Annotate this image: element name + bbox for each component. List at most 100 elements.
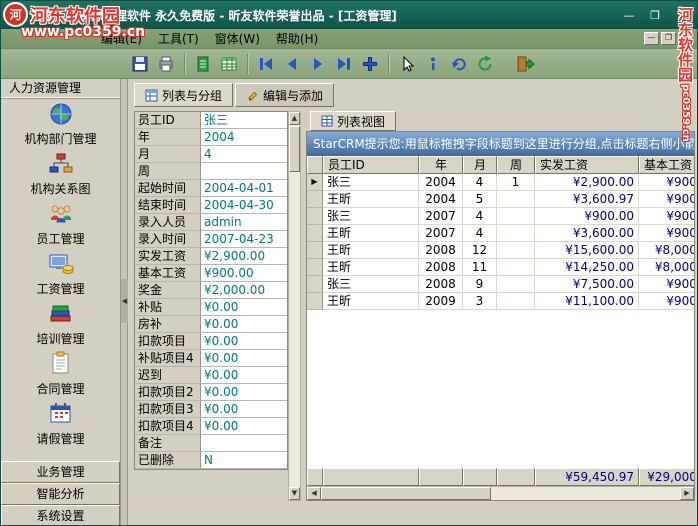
scrollbar-thumb[interactable] — [289, 126, 300, 172]
grid-cell[interactable]: ¥8,000.00 — [639, 242, 694, 259]
grid-cell[interactable]: ¥3,600.00 — [535, 225, 639, 242]
collapse-sidebar-button[interactable]: ◀ — [121, 279, 128, 323]
group-hint-bar[interactable]: StarCRM提示您:用鼠标拖拽字段标题到这里进行分组,点击标题右侧小箭头 — [307, 132, 694, 156]
grid-cell[interactable] — [497, 208, 535, 225]
field-value[interactable]: 2007-04-23 — [201, 231, 287, 248]
grid-cell[interactable]: 张三 — [323, 174, 419, 191]
row-selector[interactable] — [307, 242, 323, 259]
row-selector[interactable] — [307, 293, 323, 310]
column-header[interactable]: 周 — [497, 156, 535, 174]
table-row[interactable]: 王昕20093 ¥11,100.00¥900.00 — [307, 293, 694, 310]
add-record-icon[interactable] — [357, 51, 383, 77]
grid-cell[interactable]: 5 — [463, 191, 497, 208]
field-value[interactable]: ¥900.00 — [201, 265, 287, 282]
grid-cell[interactable]: ¥900.00 — [639, 225, 694, 242]
grid-cell[interactable]: ¥11,100.00 — [535, 293, 639, 310]
grid-cell[interactable]: 2004 — [419, 191, 463, 208]
grid-cell[interactable]: 11 — [463, 259, 497, 276]
grid-cell[interactable]: ¥3,600.97 — [535, 191, 639, 208]
row-selector[interactable] — [307, 225, 323, 242]
grid-cell[interactable]: 王昕 — [323, 293, 419, 310]
scrollbar-track[interactable] — [289, 172, 300, 487]
refresh-icon[interactable] — [472, 51, 498, 77]
grid-cell[interactable] — [497, 242, 535, 259]
grid-cell[interactable]: 12 — [463, 242, 497, 259]
grid-cell[interactable]: 3 — [463, 293, 497, 310]
row-selector[interactable] — [307, 276, 323, 293]
table-row[interactable]: 张三20089 ¥7,500.00¥900.00 — [307, 276, 694, 293]
field-value[interactable]: N — [201, 452, 287, 469]
grid-cell[interactable]: ¥15,600.00 — [535, 242, 639, 259]
last-record-icon[interactable] — [331, 51, 357, 77]
field-value[interactable] — [201, 435, 287, 452]
field-value[interactable]: admin — [201, 214, 287, 231]
table-row[interactable]: 王昕20074 ¥3,600.00¥900.00 — [307, 225, 694, 242]
table-row[interactable]: 王昕20045 ¥3,600.97¥900.00 — [307, 191, 694, 208]
export-icon[interactable] — [190, 51, 216, 77]
field-value[interactable]: ¥0.00 — [201, 418, 287, 435]
sidebar-item-salary[interactable]: 工资管理 — [1, 248, 120, 298]
grid-cell[interactable]: ¥2,900.00 — [535, 174, 639, 191]
first-record-icon[interactable] — [253, 51, 279, 77]
sidebar-button-settings[interactable]: 系统设置 — [1, 505, 120, 525]
grid-cell[interactable]: ¥8,000.00 — [639, 259, 694, 276]
field-value[interactable]: 2004 — [201, 129, 287, 146]
scroll-up-icon[interactable]: ▲ — [289, 112, 300, 125]
grid-cell[interactable]: 王昕 — [323, 225, 419, 242]
field-value[interactable]: ¥2,900.00 — [201, 248, 287, 265]
grid-cell[interactable]: 王昕 — [323, 191, 419, 208]
field-value[interactable]: ¥0.00 — [201, 350, 287, 367]
maximize-button[interactable]: ❐ — [643, 5, 667, 25]
form-vertical-scrollbar[interactable]: ▲ ▼ — [288, 111, 301, 501]
grid-cell[interactable]: ¥900.00 — [639, 276, 694, 293]
sidebar-splitter[interactable]: ◀ — [121, 79, 128, 525]
row-selector[interactable] — [307, 259, 323, 276]
menu-help[interactable]: 帮助(H) — [268, 29, 326, 49]
menu-window[interactable]: 窗体(W) — [207, 29, 268, 49]
menu-tools[interactable]: 工具(T) — [150, 29, 207, 49]
tab-edit-and-add[interactable]: 编辑与添加 — [235, 83, 335, 107]
grid-cell[interactable]: 2008 — [419, 276, 463, 293]
grid-cell[interactable]: ¥900.00 — [639, 293, 694, 310]
grid-cell[interactable]: 王昕 — [323, 259, 419, 276]
scroll-left-icon[interactable]: ◀ — [307, 487, 321, 500]
grid-cell[interactable]: 4 — [463, 225, 497, 242]
grid-cell[interactable] — [497, 225, 535, 242]
grid-cell[interactable]: ¥900.00 — [639, 191, 694, 208]
mdi-close-button[interactable]: ✕ — [678, 32, 693, 45]
print-icon[interactable] — [153, 51, 179, 77]
save-icon[interactable] — [127, 51, 153, 77]
field-value[interactable]: ¥2,000.00 — [201, 282, 287, 299]
menu-edit[interactable]: 编辑(E) — [93, 29, 150, 49]
grid-cell[interactable]: 张三 — [323, 276, 419, 293]
undo-icon[interactable] — [446, 51, 472, 77]
sidebar-item-contract[interactable]: 合同管理 — [1, 348, 120, 398]
sidebar-item-training[interactable]: 培训管理 — [1, 298, 120, 348]
grid-cell[interactable]: 1 — [497, 174, 535, 191]
mdi-minimize-button[interactable]: — — [644, 32, 659, 45]
sidebar-item-employees[interactable]: 员工管理 — [1, 198, 120, 248]
scroll-right-icon[interactable]: ▶ — [680, 487, 694, 500]
grid-cell[interactable]: 2004 — [419, 174, 463, 191]
sidebar-button-business[interactable]: 业务管理 — [1, 461, 120, 483]
grid-cell[interactable]: 4 — [463, 208, 497, 225]
scroll-down-icon[interactable]: ▼ — [289, 487, 300, 500]
scrollbar-thumb[interactable] — [321, 487, 491, 500]
tab-list-and-group[interactable]: 列表与分组 — [134, 83, 234, 107]
grid-cell[interactable]: 2008 — [419, 259, 463, 276]
grid-cell[interactable]: 4 — [463, 174, 497, 191]
column-header[interactable]: 员工ID — [323, 156, 419, 174]
table-row[interactable]: 王昕200812 ¥15,600.00¥8,000.00 — [307, 242, 694, 259]
field-value[interactable]: 4 — [201, 146, 287, 163]
field-value[interactable]: ¥0.00 — [201, 316, 287, 333]
grid-cell[interactable]: 2007 — [419, 225, 463, 242]
table-icon[interactable] — [216, 51, 242, 77]
field-value[interactable]: ¥0.00 — [201, 384, 287, 401]
grid-cell[interactable]: ¥900.00 — [639, 174, 694, 191]
sidebar-item-leave[interactable]: 请假管理 — [1, 398, 120, 448]
sidebar-item-org-dept[interactable]: 机构部门管理 — [1, 98, 120, 148]
field-value[interactable]: 张三 — [201, 112, 287, 129]
grid-cell[interactable]: 2007 — [419, 208, 463, 225]
sidebar-item-org-chart[interactable]: 机构关系图 — [1, 148, 120, 198]
column-header[interactable]: 月 — [463, 156, 497, 174]
